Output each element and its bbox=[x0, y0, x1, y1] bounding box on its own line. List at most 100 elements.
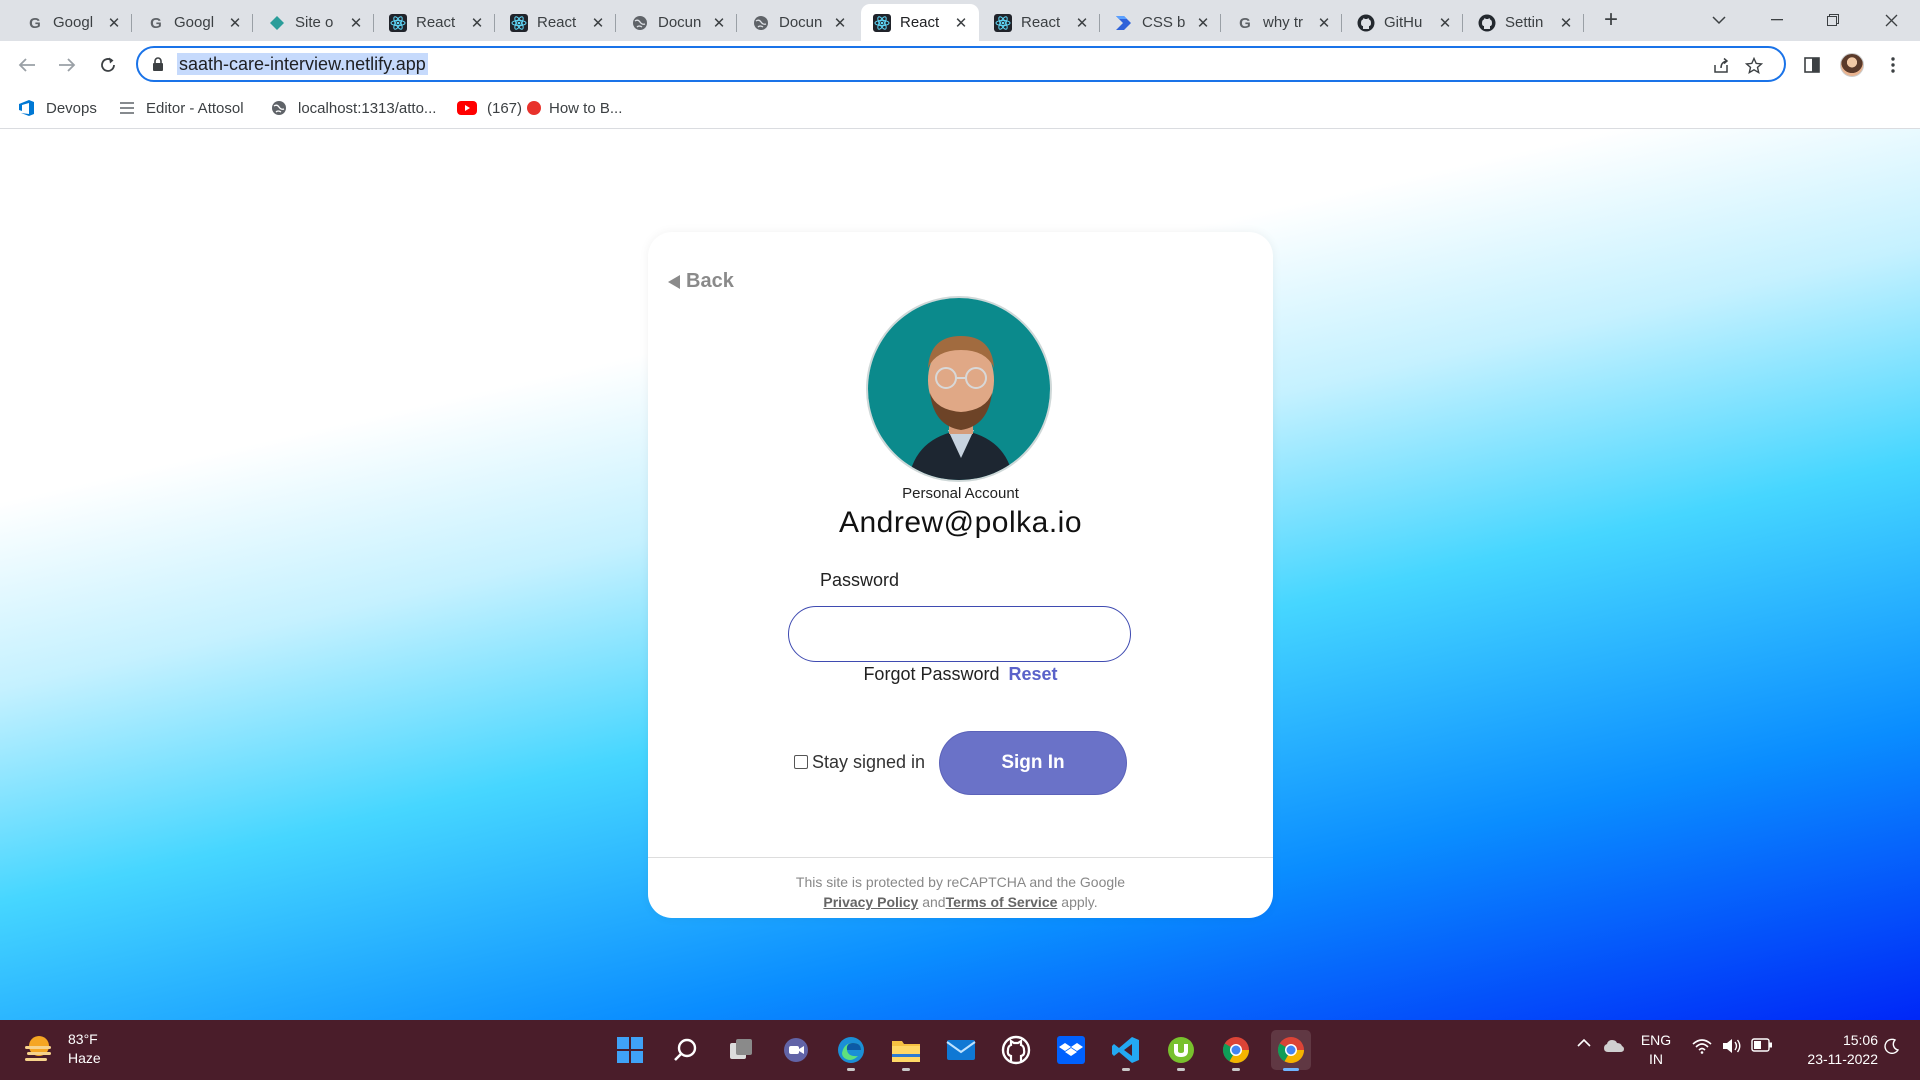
globe-icon bbox=[752, 14, 770, 32]
browser-tab-active[interactable]: React ✕ bbox=[861, 4, 979, 41]
browser-tab[interactable]: CSS b ✕ bbox=[1103, 4, 1221, 41]
globe-icon bbox=[631, 14, 649, 32]
file-explorer-icon[interactable] bbox=[886, 1030, 926, 1071]
bookmark-item[interactable]: Devops bbox=[18, 96, 97, 120]
close-tab-icon[interactable]: ✕ bbox=[953, 14, 969, 32]
bookmark-label: localhost:1313/atto... bbox=[298, 99, 437, 117]
more-menu-icon[interactable] bbox=[1880, 52, 1906, 78]
volume-icon[interactable] bbox=[1720, 1038, 1744, 1054]
share-icon[interactable] bbox=[1710, 55, 1732, 77]
login-card: Back Personal Account Andrew@polka.io Pa… bbox=[648, 232, 1273, 918]
browser-tab[interactable]: Site o ✕ bbox=[256, 4, 374, 41]
back-link[interactable]: Back bbox=[668, 270, 734, 293]
battery-icon[interactable] bbox=[1750, 1038, 1774, 1052]
back-nav-icon[interactable] bbox=[13, 51, 41, 79]
close-tab-icon[interactable]: ✕ bbox=[711, 14, 727, 32]
search-icon[interactable] bbox=[666, 1030, 706, 1070]
profile-avatar[interactable] bbox=[1839, 52, 1865, 78]
close-tab-icon[interactable]: ✕ bbox=[106, 14, 122, 32]
side-panel-icon[interactable] bbox=[1799, 52, 1825, 78]
reset-password-link[interactable]: Reset bbox=[1009, 664, 1058, 684]
github-desktop-icon[interactable] bbox=[996, 1030, 1036, 1070]
tab-title: React bbox=[1021, 14, 1061, 31]
bookmark-label: How to B... bbox=[549, 99, 623, 117]
browser-tab[interactable]: G Googl ✕ bbox=[14, 4, 132, 41]
tab-title: React bbox=[537, 14, 577, 31]
task-view-icon[interactable] bbox=[721, 1030, 761, 1070]
lock-icon[interactable] bbox=[152, 57, 164, 77]
language-indicator[interactable]: ENG IN bbox=[1640, 1031, 1672, 1069]
stay-signed-in-checkbox[interactable] bbox=[794, 754, 808, 769]
close-tab-icon[interactable]: ✕ bbox=[832, 14, 848, 32]
close-tab-icon[interactable]: ✕ bbox=[1195, 14, 1211, 32]
bookmark-item[interactable]: localhost:1313/atto... bbox=[270, 96, 436, 120]
google-icon: G bbox=[147, 14, 165, 32]
tab-title: React bbox=[416, 14, 456, 31]
youtube-icon bbox=[457, 99, 477, 117]
browser-tab[interactable]: G Googl ✕ bbox=[135, 4, 253, 41]
close-tab-icon[interactable]: ✕ bbox=[348, 14, 364, 32]
bookmark-item[interactable]: (167) bbox=[457, 96, 522, 120]
utorrent-icon[interactable] bbox=[1161, 1030, 1201, 1071]
browser-tab[interactable]: Settin ✕ bbox=[1466, 4, 1584, 41]
close-tab-icon[interactable]: ✕ bbox=[469, 14, 485, 32]
bookmark-label: Devops bbox=[46, 99, 97, 117]
reload-icon[interactable] bbox=[94, 51, 122, 79]
new-tab-button[interactable]: + bbox=[1598, 8, 1624, 34]
recaptcha-notice: This site is protected by reCAPTCHA and … bbox=[648, 872, 1273, 912]
browser-tab[interactable]: G why tr ✕ bbox=[1224, 4, 1342, 41]
close-window-button[interactable] bbox=[1866, 6, 1916, 34]
edge-icon[interactable] bbox=[831, 1030, 871, 1071]
stay-signed-in[interactable]: Stay signed in bbox=[794, 752, 925, 773]
tab-search-chevron-icon[interactable] bbox=[1694, 6, 1744, 34]
recaptcha-text: This site is protected by reCAPTCHA and … bbox=[795, 874, 1126, 890]
mail-icon[interactable] bbox=[941, 1030, 981, 1070]
close-tab-icon[interactable]: ✕ bbox=[1558, 14, 1574, 32]
browser-tab[interactable]: React ✕ bbox=[498, 4, 616, 41]
focus-moon-icon[interactable] bbox=[1880, 1038, 1904, 1054]
tab-title: Docun bbox=[658, 14, 702, 31]
windows-start-icon[interactable] bbox=[610, 1030, 650, 1070]
browser-tab[interactable]: React ✕ bbox=[377, 4, 495, 41]
vscode-icon[interactable] bbox=[1106, 1030, 1146, 1071]
chrome-icon[interactable] bbox=[1271, 1030, 1311, 1071]
bookmark-item[interactable]: Editor - Attosol bbox=[118, 96, 244, 120]
tab-title: Docun bbox=[779, 14, 823, 31]
browser-tab[interactable]: React ✕ bbox=[982, 4, 1100, 41]
wifi-icon[interactable] bbox=[1690, 1038, 1714, 1054]
close-tab-icon[interactable]: ✕ bbox=[1316, 14, 1332, 32]
browser-tab[interactable]: Docun ✕ bbox=[619, 4, 737, 41]
stay-signed-in-label[interactable]: Stay signed in bbox=[812, 752, 925, 773]
close-tab-icon[interactable]: ✕ bbox=[590, 14, 606, 32]
onedrive-icon[interactable] bbox=[1602, 1038, 1626, 1054]
chrome-icon[interactable] bbox=[1216, 1030, 1256, 1071]
forward-nav-icon[interactable] bbox=[53, 51, 81, 79]
minimize-button[interactable] bbox=[1752, 6, 1802, 34]
browser-tab[interactable]: GitHu ✕ bbox=[1345, 4, 1463, 41]
bookmark-label: Editor - Attosol bbox=[146, 99, 244, 117]
close-tab-icon[interactable]: ✕ bbox=[1437, 14, 1453, 32]
url-text[interactable]: saath-care-interview.netlify.app bbox=[177, 53, 428, 75]
terms-of-service-link[interactable]: Terms of Service bbox=[946, 894, 1058, 910]
globe-icon bbox=[270, 99, 288, 117]
react-icon bbox=[994, 13, 1012, 32]
clock[interactable]: 15:06 23-11-2022 bbox=[1786, 1031, 1878, 1069]
password-input[interactable] bbox=[788, 606, 1131, 662]
privacy-policy-link[interactable]: Privacy Policy bbox=[823, 894, 918, 910]
svg-text:G: G bbox=[29, 15, 41, 31]
lang-primary: ENG bbox=[1640, 1032, 1672, 1048]
address-bar[interactable]: saath-care-interview.netlify.app bbox=[136, 46, 1786, 82]
chevron-up-icon[interactable] bbox=[1574, 1038, 1594, 1048]
close-tab-icon[interactable]: ✕ bbox=[227, 14, 243, 32]
restore-button[interactable] bbox=[1808, 6, 1858, 34]
dropbox-icon[interactable] bbox=[1051, 1030, 1091, 1070]
teams-chat-icon[interactable] bbox=[776, 1030, 816, 1070]
bookmarks-bar: Devops Editor - Attosol localhost:1313/a… bbox=[0, 88, 1920, 129]
sign-in-button[interactable]: Sign In bbox=[940, 732, 1126, 794]
close-tab-icon[interactable]: ✕ bbox=[1074, 14, 1090, 32]
weather-widget[interactable]: 83°F Haze bbox=[22, 1030, 101, 1068]
bookmark-item[interactable]: How to B... bbox=[527, 96, 622, 120]
browser-tab[interactable]: Docun ✕ bbox=[740, 4, 858, 41]
bookmark-star-icon[interactable] bbox=[1743, 55, 1765, 77]
page-background: Back Personal Account Andrew@polka.io Pa… bbox=[0, 129, 1920, 1020]
